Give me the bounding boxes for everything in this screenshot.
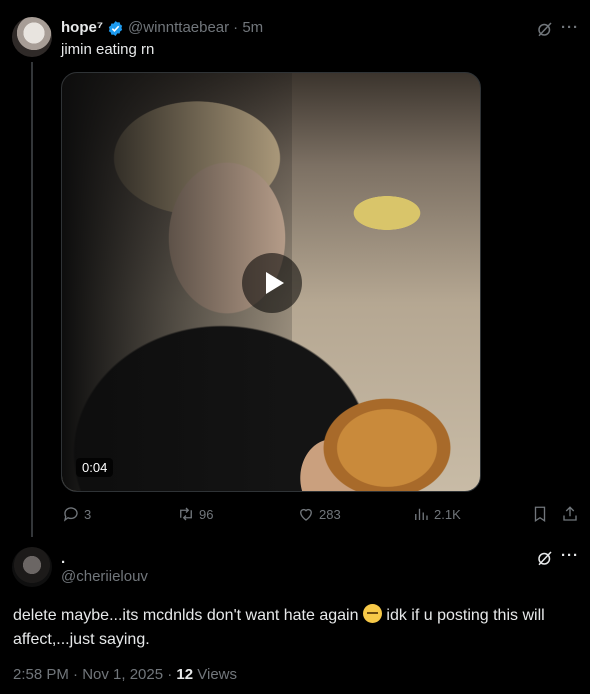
reply-author-name[interactable]: . [61, 549, 65, 569]
author-name[interactable]: hope⁷ [61, 18, 103, 38]
reply-text-part-1: delete maybe...its mcdnlds don't want ha… [13, 607, 363, 624]
reply-icon [63, 507, 78, 522]
reply-button[interactable]: 3 [62, 505, 91, 523]
reply-timestamp[interactable]: 2:58 PM · Nov 1, 2025 · [13, 666, 176, 683]
reply-text: delete maybe...its mcdnlds don't want ha… [13, 604, 583, 652]
bookmark-icon [534, 506, 546, 523]
reply-count: 3 [84, 506, 92, 522]
more-icon[interactable]: ··· [561, 19, 579, 36]
tweet-text: jimin eating rn [61, 41, 155, 58]
reply-views-label: Views [193, 666, 238, 683]
verified-badge-icon [108, 20, 123, 36]
retweet-button[interactable]: 96 [177, 505, 213, 523]
tweet-header: hope⁷ @winnttaebear · 5m [61, 18, 263, 38]
share-button[interactable] [561, 505, 579, 523]
grok-icon[interactable] [536, 20, 554, 38]
face-with-lowered-eyes-icon [362, 604, 382, 623]
more-icon[interactable]: ··· [561, 547, 579, 564]
view-count: 2.1K [434, 506, 461, 522]
reply-view-count: 12 [176, 666, 194, 683]
reply-meta: 2:58 PM · Nov 1, 2025 · 12 Views [13, 666, 237, 683]
play-icon [265, 272, 284, 294]
tweet-actions: 3 96 283 2.1K [0, 505, 590, 525]
heart-icon [300, 508, 312, 521]
like-button[interactable]: 283 [297, 505, 341, 523]
play-button[interactable] [242, 253, 302, 313]
retweet-icon [180, 507, 192, 521]
reply-avatar[interactable] [12, 547, 52, 587]
tweet-time[interactable]: · 5m [233, 18, 263, 38]
author-handle[interactable]: @winnttaebear [128, 18, 229, 38]
retweet-count: 96 [199, 506, 214, 522]
reply-author-handle[interactable]: @cheriielouv [61, 567, 148, 587]
reply-name-row: . [61, 549, 65, 569]
thread-line [31, 62, 33, 537]
reply-handle-row: @cheriielouv [61, 567, 148, 587]
grok-icon[interactable] [536, 549, 554, 567]
video-duration: 0:04 [76, 458, 114, 477]
bookmark-button[interactable] [531, 505, 549, 523]
like-count: 283 [319, 506, 341, 522]
analytics-icon [415, 508, 428, 520]
share-icon [563, 506, 577, 521]
views-button[interactable]: 2.1K [412, 505, 461, 523]
author-avatar[interactable] [12, 17, 52, 57]
tweet-video[interactable]: 0:04 [61, 72, 481, 492]
